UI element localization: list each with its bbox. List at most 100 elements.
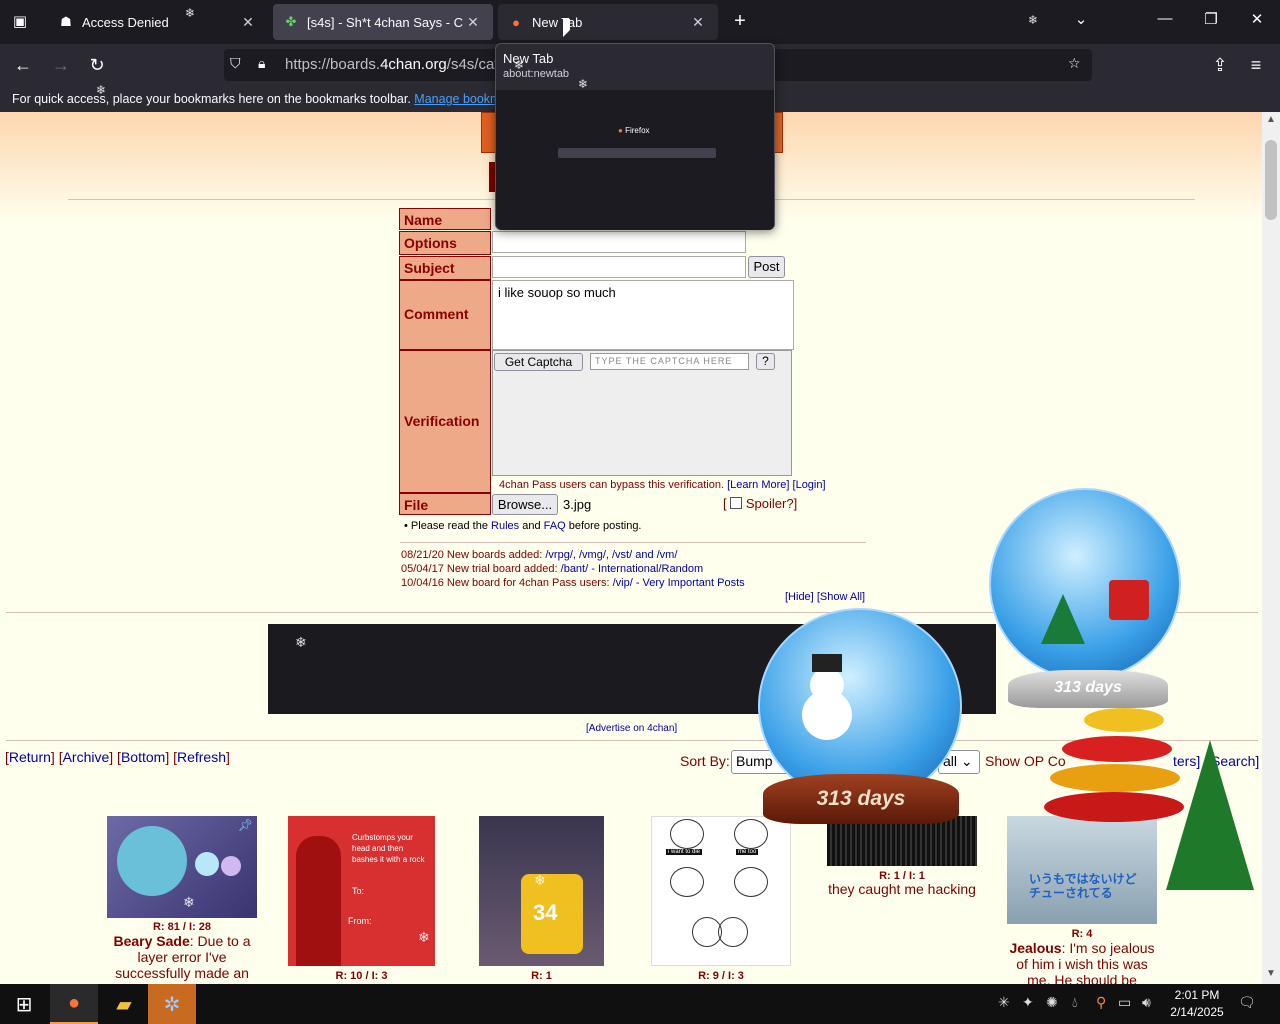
page-scrollbar[interactable]: ▲ ▼ [1262, 112, 1280, 984]
valentine-from: From: [348, 916, 372, 926]
notification-icon[interactable]: 🗨︎ [1238, 994, 1256, 1011]
advertise-link[interactable]: [Advertise on 4chan] [586, 723, 677, 734]
lock-icon[interactable]: 🔒︎ [258, 55, 265, 72]
menu-icon[interactable]: ≡ [1243, 52, 1269, 78]
comment-text: i like souop so much [498, 285, 616, 300]
file-name: 3.jpg [563, 497, 592, 512]
app-taskbar-icon[interactable]: ✲ [148, 984, 196, 1024]
tab-title: New Tab [532, 14, 583, 30]
scroll-down-icon[interactable]: ▼ [1266, 968, 1276, 979]
thread-stats: R: 1 [531, 970, 552, 982]
thread-thumbnail[interactable]: 📌︎ [107, 816, 257, 918]
bookmark-star-icon[interactable]: ☆ [1068, 55, 1081, 72]
valentine-to: To: [352, 886, 365, 896]
news-link[interactable]: /vip/ - Very Important Posts [613, 577, 745, 589]
reload-button[interactable]: ↻ [84, 52, 110, 78]
show-all-link[interactable]: [Show All] [817, 591, 865, 603]
forward-button[interactable]: → [48, 52, 74, 78]
rules-link[interactable]: Rules [491, 520, 519, 532]
news-link[interactable]: /vrpg/, /vmg/, /vst/ and /vm/ [545, 549, 677, 561]
archive-link[interactable]: Archive [63, 749, 110, 765]
new-tab-button[interactable]: + [728, 10, 752, 34]
restore-button[interactable]: ❐ [1196, 10, 1226, 28]
news-item: 10/04/16 New board for 4chan Pass users:… [401, 577, 745, 589]
bookmarks-hint: For quick access, place your bookmarks h… [12, 92, 411, 106]
bottom-link[interactable]: Bottom [121, 749, 165, 765]
news-item: 08/21/20 New boards added: /vrpg/, /vmg/… [401, 549, 678, 561]
file-explorer-icon[interactable]: ▰ [100, 984, 148, 1024]
list-all-tabs-icon[interactable]: ⌄ [1066, 10, 1096, 28]
firefox-view-button[interactable]: ▣ [8, 10, 32, 34]
snowflake-icon: ❄ [578, 77, 589, 91]
mouse-cursor [563, 19, 570, 37]
back-button[interactable]: ← [10, 52, 36, 78]
close-window-button[interactable]: ✕ [1242, 10, 1272, 28]
hide-news-link[interactable]: [Hide] [785, 591, 814, 603]
catalog-nav-links: [Return] [Archive] [Bottom] [Refresh] [5, 749, 230, 765]
close-icon[interactable]: ✕ [238, 14, 258, 31]
tray-app-icon[interactable]: ✦ [1022, 994, 1034, 1011]
system-clock[interactable]: 2:01 PM 2/14/2025 [1162, 987, 1232, 1021]
thread-thumbnail[interactable]: 34 [479, 816, 604, 966]
snowflake-tray-icon[interactable]: ✳ [998, 994, 1010, 1011]
search-tray-icon[interactable]: ⚲ [1096, 994, 1106, 1011]
shield-avatar-icon: ☗ [60, 14, 72, 29]
close-icon[interactable]: ✕ [688, 14, 708, 31]
tab-new-tab[interactable]: ● New Tab ✕ [498, 4, 718, 40]
subject-input[interactable] [492, 256, 746, 278]
windows-start-icon[interactable]: ⊞ [0, 984, 48, 1024]
comment-textarea[interactable]: i like souop so much [492, 280, 794, 350]
close-icon[interactable]: ✕ [463, 14, 483, 31]
network-icon[interactable]: ▭ [1118, 994, 1131, 1011]
tray-app-icon[interactable]: ✺ [1046, 994, 1058, 1011]
meme-label: i want to die [666, 849, 703, 855]
extensions-icon[interactable]: ⇪ [1207, 52, 1233, 78]
thread-thumbnail[interactable]: i want to die me too [651, 816, 791, 966]
top-hat-icon [812, 654, 842, 672]
get-captcha-button[interactable]: Get Captcha [494, 353, 583, 371]
scroll-thumb[interactable] [1265, 140, 1277, 220]
thread-teaser: they caught me hacking [828, 881, 976, 897]
return-link[interactable]: Return [9, 749, 51, 765]
tab-access-denied[interactable]: ☗ Access Denied ✕ [48, 4, 268, 40]
firefox-taskbar-icon[interactable]: ● [50, 984, 98, 1024]
sort-label: Sort By: [680, 753, 730, 769]
pass-notice: 4chan Pass users can bypass this verific… [499, 479, 826, 491]
snowflake-icon: ❄ [418, 929, 430, 945]
tree-icon [1041, 594, 1085, 644]
page-content: Name Options Subject Post Comment i like… [0, 112, 1262, 984]
thread-stats: R: 9 / I: 3 [698, 970, 744, 982]
scroll-up-icon[interactable]: ▲ [1266, 114, 1276, 125]
captcha-input[interactable]: TYPE THE CAPTCHA HERE [590, 353, 749, 370]
drop-icon[interactable]: 💧︎ [1072, 994, 1078, 1011]
refresh-link[interactable]: Refresh [177, 749, 226, 765]
comment-label: Comment [399, 280, 491, 350]
tab-title: Access Denied [82, 14, 169, 30]
name-label: Name [399, 208, 491, 230]
thread-thumbnail[interactable]: Curbstomps your head and then bashes it … [288, 816, 435, 966]
clock-date: 2/14/2025 [1170, 1005, 1224, 1019]
tracking-protection-icon[interactable]: ⛉ [230, 55, 241, 72]
minimize-button[interactable]: — [1150, 10, 1180, 27]
thread-thumbnail[interactable]: いうもではないけど チューされてる [1007, 816, 1157, 924]
spoiler-toggle[interactable]: [ Spoiler?] [723, 496, 797, 511]
learn-more-link[interactable]: [Learn More] [727, 479, 789, 491]
faq-link[interactable]: FAQ [544, 520, 566, 532]
verification-label: Verification [399, 350, 491, 493]
preview-thumbnail: ● Firefox [496, 90, 774, 230]
tab-s4s-catalog[interactable]: ✤ [s4s] - Sh*t 4chan Says - Catalog ✕ [273, 4, 493, 40]
snow-globe-counter: 313 days [763, 774, 959, 824]
news-link[interactable]: /bant/ - International/Random [561, 563, 703, 575]
snowflake-icon: ❄ [534, 872, 546, 888]
spoiler-checkbox[interactable] [730, 497, 743, 509]
captcha-help-button[interactable]: ? [756, 353, 775, 370]
preview-url: about:newtab [503, 68, 570, 80]
login-link[interactable]: [Login] [793, 479, 826, 491]
options-input[interactable] [492, 231, 746, 253]
tab-title: [s4s] - Sh*t 4chan Says - Catalog [307, 14, 463, 30]
post-button[interactable]: Post [748, 256, 785, 278]
browse-button[interactable]: Browse... [492, 494, 558, 515]
url-text[interactable]: https://boards.4chan.org/s4s/catal [285, 56, 510, 73]
volume-icon[interactable]: 🔊︎ [1142, 994, 1151, 1011]
divider [400, 542, 866, 543]
